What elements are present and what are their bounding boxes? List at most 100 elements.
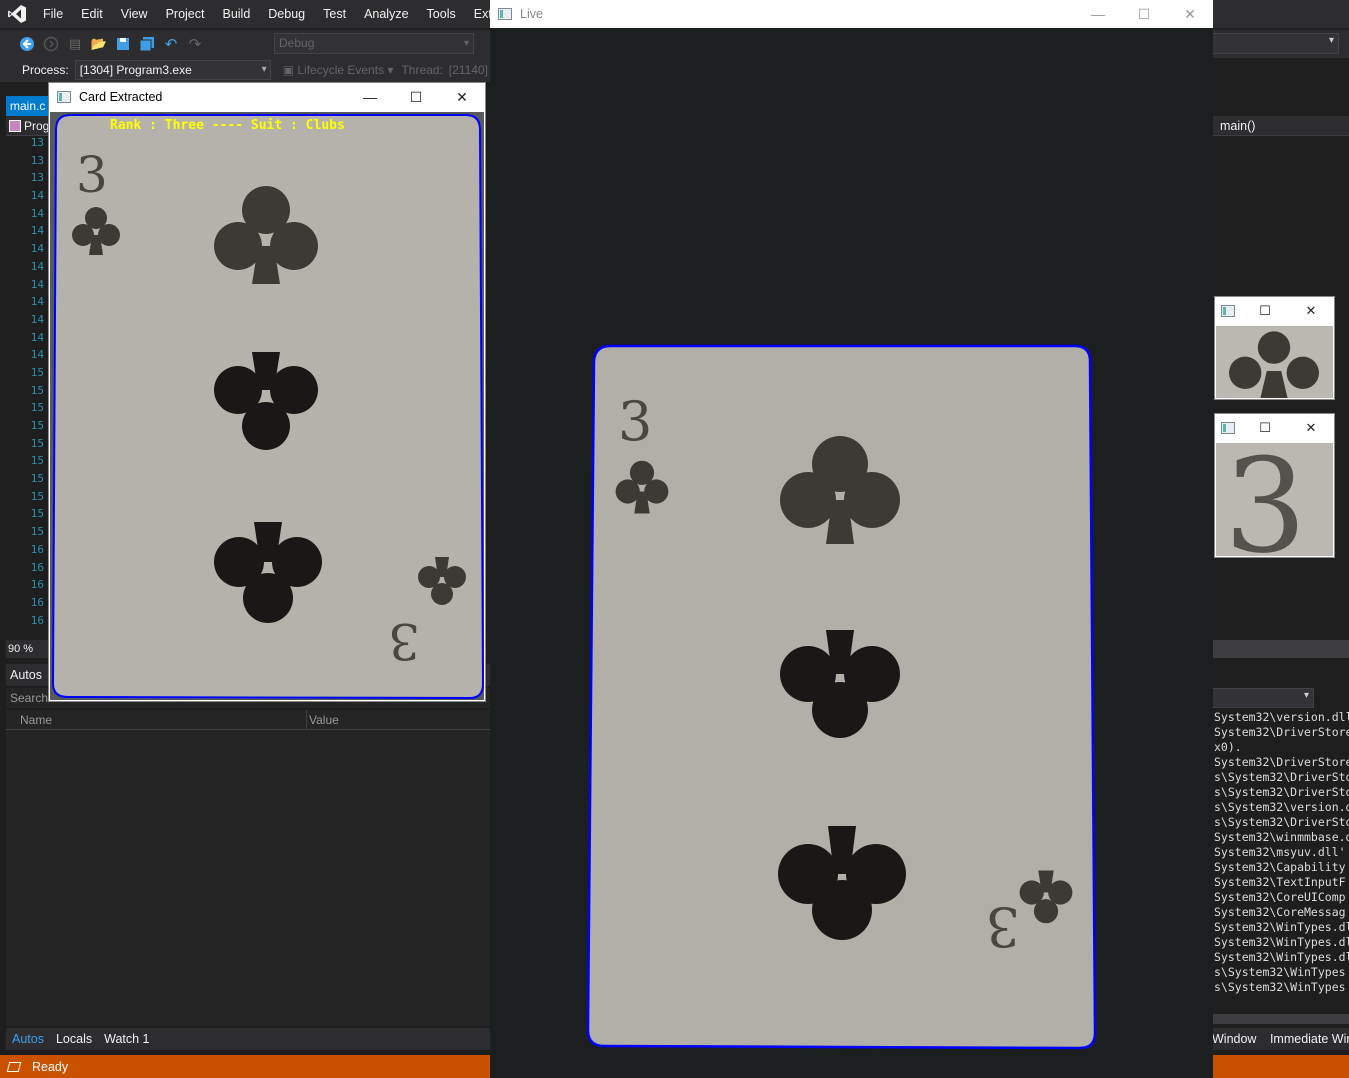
code-editor[interactable]: 13 13 13 14 14 14 14 14 14 14 14 14 14 15 15 15 15 15 15 15…	[6, 136, 50, 638]
live-title-bar[interactable]: Live — ☐ ✕	[490, 0, 1213, 28]
club-suit-crop	[1229, 331, 1319, 398]
menu-item-view[interactable]: View	[112, 0, 157, 28]
output-line: s\System32\DriverSto	[1214, 815, 1349, 829]
line-number: 15	[30, 365, 44, 379]
line-number: 15	[30, 507, 44, 521]
tab-window[interactable]: Window	[1212, 1032, 1266, 1046]
rank-crop-title-bar[interactable]: ☐ ✕	[1215, 414, 1334, 442]
card-rank-corner: 3	[618, 390, 652, 453]
line-number: 14	[30, 206, 44, 220]
close-button[interactable]: ✕	[1288, 297, 1334, 325]
rank-crop-window[interactable]: ☐ ✕ 3	[1214, 413, 1335, 558]
output-line: System32\WinTypes.dl	[1214, 935, 1349, 949]
project-nav-bar[interactable]: Prog	[6, 116, 50, 136]
menu-item-edit[interactable]: Edit	[72, 0, 112, 28]
output-line: System32\CoreUIComp	[1214, 890, 1346, 904]
card-extracted-title: Card Extracted	[79, 90, 163, 104]
minimize-button[interactable]: —	[347, 83, 393, 111]
debug-location-bar: Process: [1304] Program3.exe ▣ Lifecycle…	[0, 58, 490, 82]
output-line: System32\winmmbase.d	[1214, 830, 1349, 844]
suit-crop-title-bar[interactable]: ☐ ✕	[1215, 297, 1334, 325]
line-number: 13	[30, 136, 44, 149]
tab-locals[interactable]: Locals	[50, 1032, 98, 1046]
line-number: 15	[30, 383, 44, 397]
line-number: 15	[30, 436, 44, 450]
project-icon	[9, 119, 21, 132]
output-line: System32\Capability	[1214, 860, 1346, 874]
process-select[interactable]: [1304] Program3.exe	[74, 60, 271, 80]
close-button[interactable]: ✕	[439, 83, 485, 111]
output-line: System32\WinTypes.dl	[1214, 920, 1349, 934]
window-icon	[1221, 305, 1235, 317]
window-icon	[1221, 422, 1235, 434]
minimize-button[interactable]: —	[1075, 0, 1121, 28]
debug-tool-tabs: Autos Locals Watch 1	[6, 1028, 490, 1050]
document-tab-main[interactable]: main.c	[6, 96, 50, 116]
menu-item-project[interactable]: Project	[157, 0, 214, 28]
solution-configuration-select[interactable]: Debug	[274, 33, 474, 54]
open-file-icon[interactable]: 📂	[90, 35, 108, 53]
column-value[interactable]: Value	[306, 710, 339, 730]
output-line: s\System32\WinTypes	[1214, 965, 1346, 979]
live-window[interactable]: Live — ☐ ✕ 3 3	[490, 0, 1213, 1078]
maximize-button[interactable]: ☐	[393, 83, 439, 111]
lifecycle-events-label: Lifecycle Events	[297, 63, 385, 77]
right-scrollbar[interactable]	[1212, 640, 1349, 658]
card-extracted-window[interactable]: Card Extracted — ☐ ✕ 3 3 Rank : Three --…	[48, 82, 486, 702]
save-all-icon[interactable]	[138, 35, 156, 53]
menu-item-file[interactable]: File	[34, 0, 72, 28]
output-pane: System32\version.dll System32\DriverStore…	[1212, 710, 1349, 1010]
redo-icon[interactable]: ↷	[186, 35, 204, 53]
close-button[interactable]: ✕	[1167, 0, 1213, 28]
card-rank-corner: 3	[76, 146, 108, 204]
navigate-back-icon[interactable]	[18, 35, 36, 53]
thread-value[interactable]: [21140]	[449, 63, 488, 77]
menu-item-debug[interactable]: Debug	[259, 0, 314, 28]
line-number: 14	[30, 312, 44, 326]
maximize-button[interactable]: ☐	[1242, 414, 1288, 442]
line-number: 14	[30, 189, 44, 203]
window-icon	[498, 8, 512, 20]
undo-icon[interactable]: ↶	[162, 35, 180, 53]
zoom-level[interactable]: 90 %	[6, 640, 50, 658]
visual-studio-logo-icon[interactable]	[0, 0, 34, 28]
output-line: s\System32\version.d	[1214, 800, 1349, 814]
output-source-select[interactable]	[1212, 688, 1314, 708]
output-line: s\System32\DriverSto	[1214, 770, 1349, 784]
line-number: 15	[30, 489, 44, 503]
output-line: System32\version.dll	[1214, 710, 1349, 724]
column-name[interactable]: Name	[20, 710, 52, 730]
line-number: 14	[30, 259, 44, 273]
extracted-card-view: 3 3 Rank : Three ---- Suit : Clubs	[50, 112, 485, 700]
line-number: 16	[30, 542, 44, 556]
lifecycle-events-button[interactable]: ▣ Lifecycle Events ▾	[283, 63, 394, 77]
tab-immediate-window[interactable]: Immediate Win	[1270, 1032, 1349, 1046]
card-extracted-title-bar[interactable]: Card Extracted — ☐ ✕	[49, 83, 485, 111]
extracted-card-image: 3 3	[51, 114, 485, 700]
output-horizontal-scrollbar[interactable]	[1212, 1014, 1349, 1024]
line-number: 14	[30, 330, 44, 344]
tab-autos[interactable]: Autos	[6, 1032, 50, 1046]
close-button[interactable]: ✕	[1288, 414, 1334, 442]
menu-item-build[interactable]: Build	[213, 0, 259, 28]
new-project-icon[interactable]: ▤	[66, 35, 84, 53]
rank-suit-overlay: Rank : Three ---- Suit : Clubs	[110, 118, 345, 133]
save-icon[interactable]	[114, 35, 132, 53]
line-number: 16	[30, 560, 44, 574]
tab-watch-1[interactable]: Watch 1	[98, 1032, 155, 1046]
maximize-button[interactable]: ☐	[1242, 297, 1288, 325]
maximize-button[interactable]: ☐	[1121, 0, 1167, 28]
menu-item-tools[interactable]: Tools	[418, 0, 465, 28]
live-camera-feed: 3 3	[490, 28, 1213, 1078]
navigate-forward-icon[interactable]	[42, 35, 60, 53]
search-combo[interactable]	[1212, 33, 1339, 54]
function-nav[interactable]: main()	[1212, 116, 1349, 136]
rank-crop-digit: 3	[1224, 443, 1307, 556]
status-icon	[6, 1061, 22, 1072]
menu-item-test[interactable]: Test	[314, 0, 355, 28]
line-number: 14	[30, 295, 44, 309]
line-number: 16	[30, 613, 44, 627]
card-rank-corner-inverted: 3	[388, 612, 420, 670]
suit-crop-window[interactable]: ☐ ✕	[1214, 296, 1335, 400]
menu-item-analyze[interactable]: Analyze	[355, 0, 417, 28]
